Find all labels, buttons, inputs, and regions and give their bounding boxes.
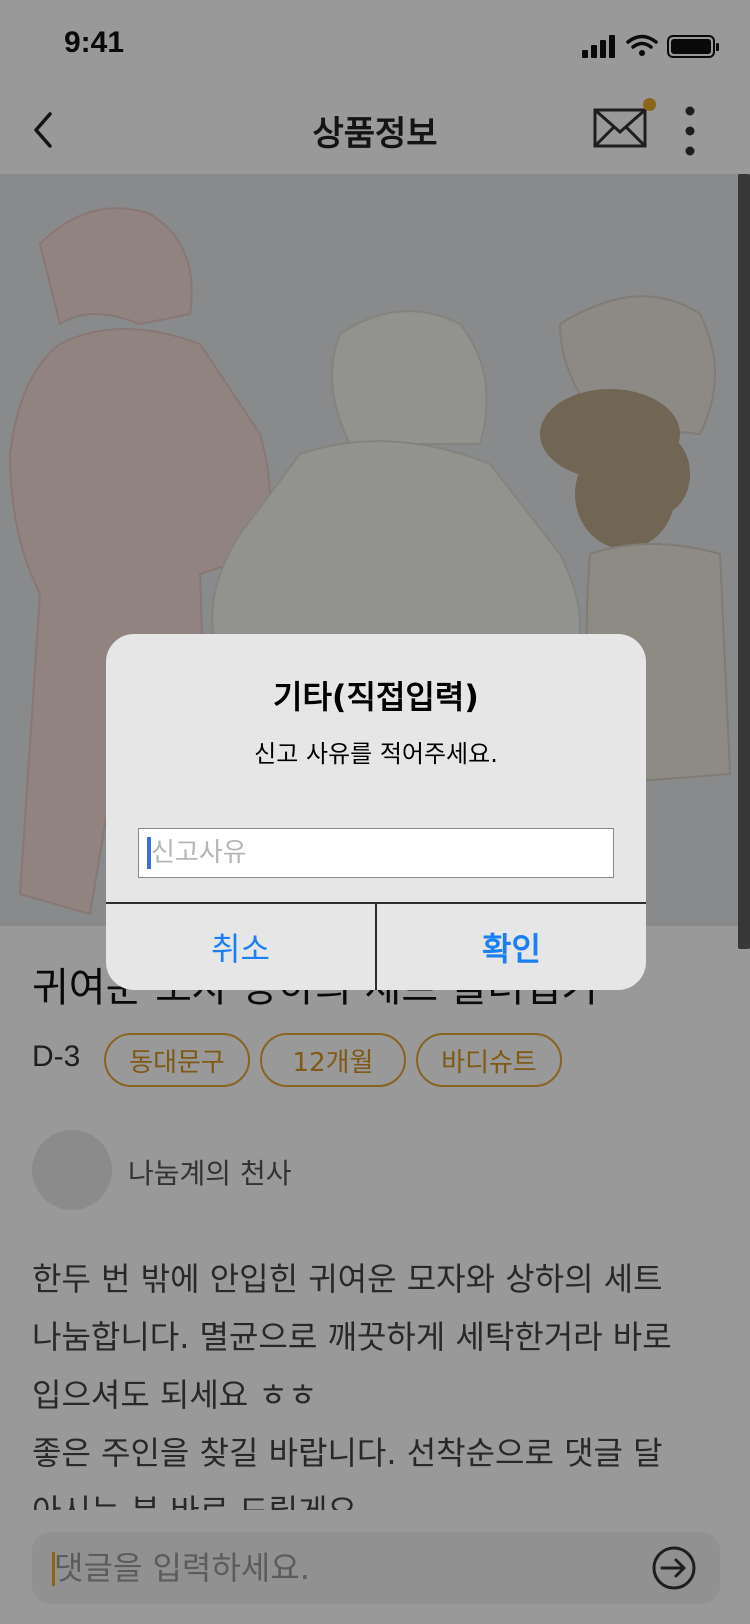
report-reason-field[interactable] (138, 828, 614, 878)
dialog-message: 신고 사유를 적어주세요. (254, 740, 498, 768)
screen: 9:41 상품정보 귀여운 D-3 동대문구 12개월 바디슈트 나눔계의 천사… (0, 0, 750, 1624)
report-reason-input[interactable] (151, 833, 601, 873)
dialog-title: 기타(직접입력) (273, 678, 479, 716)
cancel-button[interactable]: 취소 (106, 904, 375, 990)
confirm-button[interactable]: 확인 (377, 904, 646, 990)
report-dialog: 기타(직접입력) 신고 사유를 적어주세요. 취소 확인 (106, 634, 646, 990)
